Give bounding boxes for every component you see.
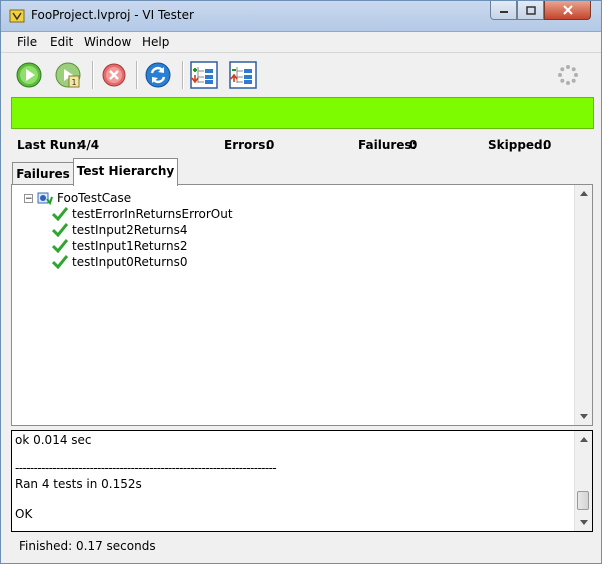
menu-window[interactable]: Window (84, 35, 131, 49)
pass-check-icon (52, 207, 68, 221)
maximize-button[interactable] (517, 1, 544, 20)
close-icon (562, 5, 573, 15)
toolbar-separator (136, 61, 138, 89)
test-case-icon (37, 192, 53, 206)
arrow-up-icon (579, 437, 588, 442)
test-name: testInput2Returns4 (72, 223, 188, 237)
labview-project-icon (9, 8, 25, 24)
run-single-icon: 1 (55, 62, 81, 88)
arrow-down-icon (579, 414, 588, 419)
tree-item[interactable]: testInput1Returns2 (52, 238, 187, 254)
run-button[interactable] (12, 58, 46, 92)
menu-edit[interactable]: Edit (50, 35, 73, 49)
menu-bar: File Edit Window Help (1, 32, 601, 53)
progress-bar (11, 97, 594, 129)
pass-check-icon (52, 255, 68, 269)
failures-value: 0 (409, 138, 418, 152)
tree-item[interactable]: testErrorInReturnsErrorOut (52, 206, 233, 222)
toolbar: 1 (1, 53, 601, 97)
svg-text:1: 1 (71, 78, 76, 87)
status-bar: Finished: 0.17 seconds (1, 533, 601, 561)
scroll-thumb[interactable] (577, 491, 589, 510)
tab-test-hierarchy[interactable]: Test Hierarchy (73, 158, 178, 186)
log-line: ok 0.014 sec (15, 433, 92, 447)
minimize-button[interactable] (490, 1, 517, 20)
scroll-down-arrow[interactable] (575, 408, 592, 425)
pass-check-icon (52, 223, 68, 237)
tab-strip: Failures Test Hierarchy (1, 157, 601, 186)
title-bar: FooProject.lvproj - VI Tester (1, 1, 601, 32)
skipped-label: Skipped: (488, 138, 548, 152)
window-title: FooProject.lvproj - VI Tester (31, 8, 194, 22)
pass-check-icon (52, 239, 68, 253)
log-line: OK (15, 507, 33, 521)
test-case-name: FooTestCase (57, 191, 132, 205)
refresh-icon (145, 62, 171, 88)
test-name: testInput0Returns0 (72, 255, 188, 269)
test-name: testInput1Returns2 (72, 239, 188, 253)
tab-failures[interactable]: Failures (12, 162, 74, 185)
output-log[interactable]: ok 0.014 sec ---------------------------… (11, 430, 593, 532)
collapse-tree-icon (229, 61, 257, 89)
test-hierarchy-tree: − FooTestCase testErrorInReturnsErrorOut… (11, 184, 593, 426)
abort-icon (102, 63, 126, 87)
last-run-value: 4/4 (78, 138, 100, 152)
minimize-icon (499, 11, 508, 13)
expand-tree-button[interactable] (187, 58, 221, 92)
status-text: Finished: 0.17 seconds (19, 539, 156, 553)
scroll-up-arrow[interactable] (575, 431, 592, 448)
tree-item[interactable]: testInput0Returns0 (52, 254, 187, 270)
test-name: testErrorInReturnsErrorOut (72, 207, 233, 221)
log-scrollbar[interactable] (574, 431, 592, 531)
skipped-value: 0 (543, 138, 552, 152)
refresh-button[interactable] (141, 58, 175, 92)
stats-row: Last Run: 4/4 Errors: 0 Failures: 0 Skip… (1, 131, 601, 157)
tree-root-row[interactable]: − FooTestCase (24, 190, 131, 206)
menu-help[interactable]: Help (142, 35, 169, 49)
maximize-icon (525, 5, 536, 15)
toolbar-separator (182, 61, 184, 89)
run-icon (16, 62, 42, 88)
menu-file[interactable]: File (17, 35, 37, 49)
arrow-up-icon (579, 191, 588, 196)
scroll-down-arrow[interactable] (575, 514, 592, 531)
close-button[interactable] (544, 1, 591, 20)
collapse-tree-button[interactable] (226, 58, 260, 92)
errors-label: Errors: (224, 138, 271, 152)
abort-button[interactable] (97, 58, 131, 92)
scroll-up-arrow[interactable] (575, 185, 592, 202)
log-line: Ran 4 tests in 0.152s (15, 477, 142, 491)
expand-tree-icon (190, 61, 218, 89)
toolbar-separator (92, 61, 94, 89)
arrow-down-icon (579, 520, 588, 525)
run-single-button[interactable]: 1 (51, 58, 85, 92)
collapse-toggle[interactable]: − (24, 193, 33, 203)
tree-scrollbar[interactable] (574, 185, 592, 425)
busy-spinner-icon (558, 65, 578, 85)
failures-label: Failures: (358, 138, 417, 152)
last-run-label: Last Run: (17, 138, 81, 152)
tree-item[interactable]: testInput2Returns4 (52, 222, 187, 238)
busy-spinner (551, 58, 585, 92)
errors-value: 0 (266, 138, 275, 152)
log-separator: ----------------------------------------… (15, 461, 277, 475)
vi-tester-window: FooProject.lvproj - VI Tester File Edit … (0, 0, 602, 564)
